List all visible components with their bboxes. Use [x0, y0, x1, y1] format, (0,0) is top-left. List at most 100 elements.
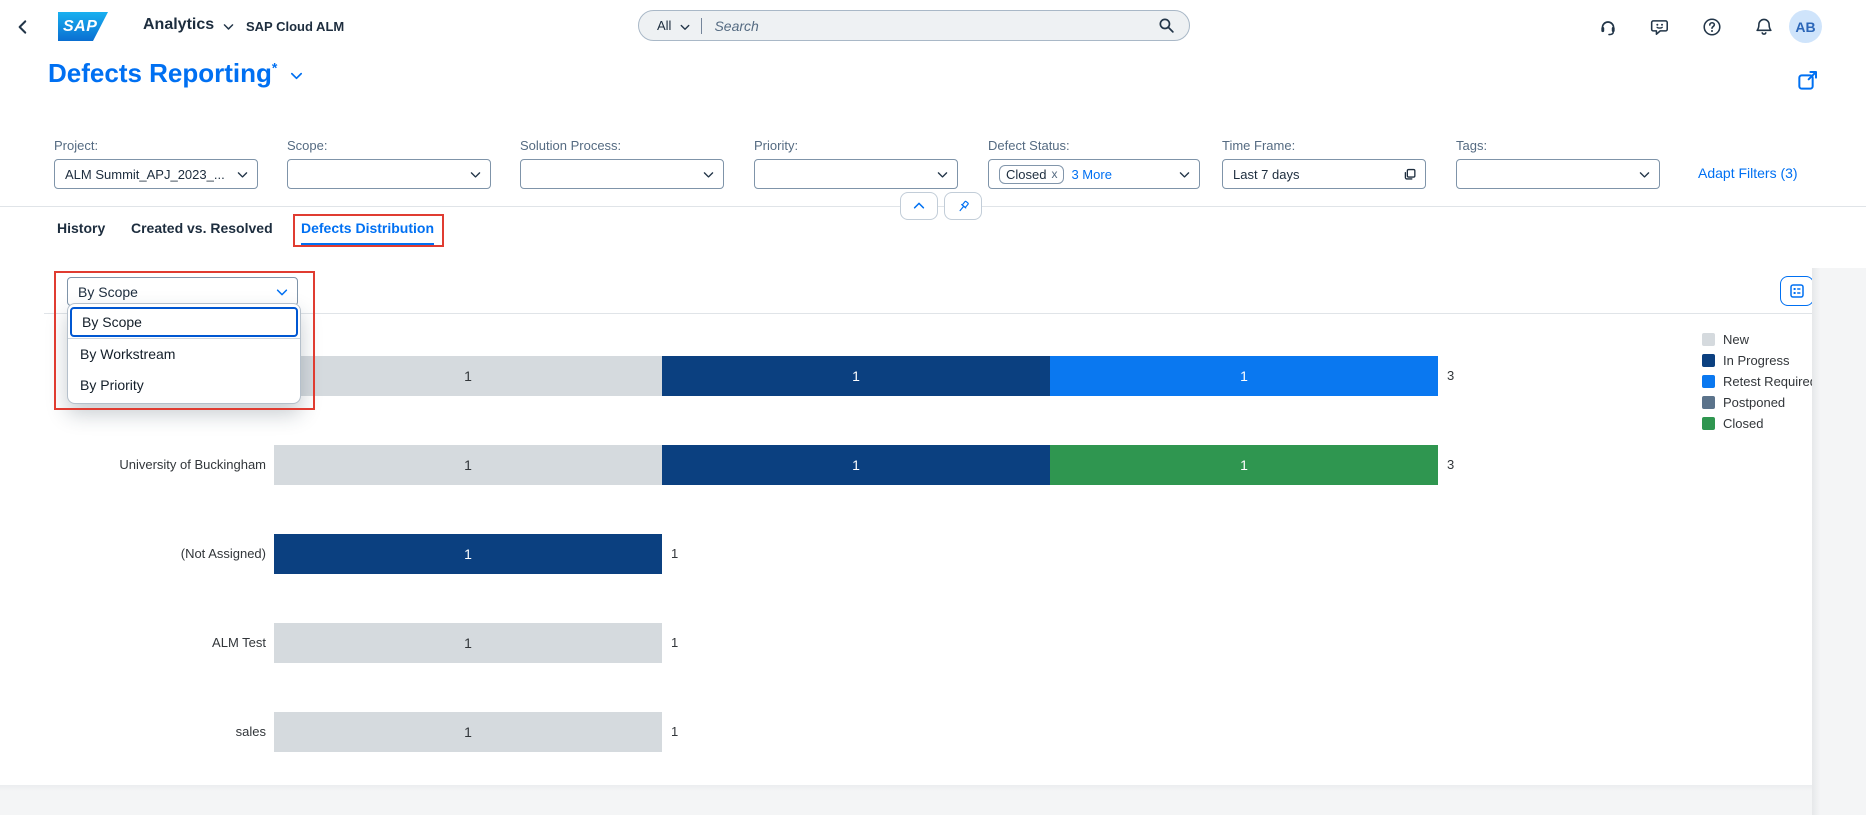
legend-swatch: [1702, 375, 1715, 388]
share-icon[interactable]: [1796, 68, 1820, 92]
defects-reporting-page: SAP Analytics SAP Cloud ALM All Search A…: [0, 0, 1866, 815]
sap-logo[interactable]: SAP: [58, 12, 108, 41]
popup-option-by-priority[interactable]: By Priority: [68, 370, 300, 401]
chevron-down-icon: [1638, 168, 1651, 181]
status-token-label: Closed: [1006, 167, 1046, 182]
tab-history[interactable]: History: [57, 220, 105, 246]
time-frame-input[interactable]: Last 7 days: [1222, 159, 1426, 189]
project-value: ALM Summit_APJ_2023_...: [65, 167, 236, 182]
legend-label: Closed: [1723, 416, 1763, 431]
bar-row: sales11: [44, 712, 1812, 752]
chevron-down-icon: [702, 168, 715, 181]
legend-swatch: [1702, 417, 1715, 430]
scope-select[interactable]: [287, 159, 491, 189]
page-margin-bottom: [0, 785, 1812, 815]
category-label: sales: [44, 712, 266, 752]
bar-total-label: 1: [671, 712, 678, 752]
filter-scope: Scope:: [287, 138, 491, 189]
chevron-down-icon: [236, 168, 249, 181]
legend-item-postponed[interactable]: Postponed: [1702, 392, 1817, 413]
tab-created-vs-resolved[interactable]: Created vs. Resolved: [131, 220, 273, 246]
tags-select[interactable]: [1456, 159, 1660, 189]
collapse-header-button[interactable]: [900, 192, 938, 220]
bar-segment-in-progress[interactable]: 1: [662, 445, 1050, 485]
value-help-icon[interactable]: [1402, 167, 1417, 182]
legend-item-closed[interactable]: Closed: [1702, 413, 1817, 434]
headset-icon[interactable]: [1598, 17, 1618, 37]
filter-solution-process: Solution Process:: [520, 138, 724, 189]
shell-bar: SAP Analytics SAP Cloud ALM All Search A…: [0, 0, 1866, 53]
filter-priority: Priority:: [754, 138, 958, 189]
bar-segment-in-progress[interactable]: 1: [274, 534, 662, 574]
category-label: (Not Assigned): [44, 534, 266, 574]
chevron-down-icon: [1178, 168, 1191, 181]
bar-segment-new[interactable]: 1: [274, 712, 662, 752]
legend-label: In Progress: [1723, 353, 1789, 368]
bar-segment-new[interactable]: 1: [274, 445, 662, 485]
defect-status-select[interactable]: Closedx 3 More: [988, 159, 1200, 189]
filter-label: Scope:: [287, 138, 491, 154]
bar-segment-retest-required[interactable]: 1: [1050, 356, 1438, 396]
bar-row: ALM Test11: [44, 623, 1812, 663]
filter-label: Tags:: [1456, 138, 1660, 154]
filter-label: Defect Status:: [988, 138, 1200, 154]
bar-segment-new[interactable]: 1: [274, 356, 662, 396]
legend-swatch: [1702, 396, 1715, 409]
popup-option-by-workstream[interactable]: By Workstream: [68, 339, 300, 370]
token-remove-icon[interactable]: x: [1051, 167, 1057, 181]
chevron-down-icon: [222, 20, 235, 33]
project-select[interactable]: ALM Summit_APJ_2023_...: [54, 159, 258, 189]
legend-label: Postponed: [1723, 395, 1785, 410]
legend-item-in-progress[interactable]: In Progress: [1702, 350, 1817, 371]
avatar[interactable]: AB: [1789, 10, 1822, 43]
legend-swatch: [1702, 333, 1715, 346]
bar-segment-closed[interactable]: 1: [1050, 445, 1438, 485]
bar-row: (Not Assigned)11: [44, 534, 1812, 574]
filter-label: Project:: [54, 138, 258, 154]
bar-total-label: 1: [671, 534, 678, 574]
search-scope-select[interactable]: All: [657, 18, 671, 33]
shell-actions: [1598, 0, 1774, 53]
solution-process-select[interactable]: [520, 159, 724, 189]
bar-chart: 1113University of Buckingham1113(Not Ass…: [44, 268, 1812, 785]
unsaved-indicator: *: [272, 59, 277, 75]
filter-time-frame: Time Frame: Last 7 days: [1222, 138, 1426, 189]
legend-item-retest-required[interactable]: Retest Required: [1702, 371, 1817, 392]
help-icon[interactable]: [1702, 17, 1722, 37]
category-label: University of Buckingham: [44, 445, 266, 485]
filter-label: Priority:: [754, 138, 958, 154]
back-button[interactable]: [10, 14, 36, 40]
bar-total-label: 3: [1447, 356, 1454, 396]
filter-label: Solution Process:: [520, 138, 724, 154]
page-margin-right: [1812, 268, 1866, 815]
legend-item-new[interactable]: New: [1702, 329, 1817, 350]
bar-total-label: 1: [671, 623, 678, 663]
filter-defect-status: Defect Status: Closedx 3 More: [988, 138, 1200, 189]
popup-option-by-scope[interactable]: By Scope: [70, 307, 298, 337]
notifications-icon[interactable]: [1754, 17, 1774, 37]
search-bar[interactable]: All Search: [638, 10, 1190, 41]
view-switcher-popup: By Scope By Workstream By Priority: [67, 303, 301, 404]
app-title-menu[interactable]: Analytics: [143, 16, 235, 34]
chevron-down-icon[interactable]: [679, 21, 691, 33]
chevron-down-icon[interactable]: [289, 68, 304, 83]
chart-legend: New In Progress Retest Required Postponed Cl…: [1702, 329, 1817, 434]
legend-swatch: [1702, 354, 1715, 367]
pin-icon: [956, 199, 971, 214]
bar-row: University of Buckingham1113: [44, 445, 1812, 485]
tab-defects-distribution[interactable]: Defects Distribution: [301, 220, 434, 246]
legend-label: New: [1723, 332, 1749, 347]
feedback-icon[interactable]: [1650, 17, 1670, 37]
search-input[interactable]: Search: [714, 18, 1158, 34]
bar-segment-new[interactable]: 1: [274, 623, 662, 663]
adapt-filters-link[interactable]: Adapt Filters (3): [1698, 165, 1798, 181]
more-tokens-link[interactable]: 3 More: [1071, 167, 1178, 182]
status-token[interactable]: Closedx: [999, 165, 1064, 184]
pin-header-button[interactable]: [944, 192, 982, 220]
legend-label: Retest Required: [1723, 374, 1817, 389]
bar-segment-in-progress[interactable]: 1: [662, 356, 1050, 396]
priority-select[interactable]: [754, 159, 958, 189]
filter-project: Project: ALM Summit_APJ_2023_...: [54, 138, 258, 189]
search-icon[interactable]: [1158, 17, 1175, 34]
page-title-row: Defects Reporting*: [48, 58, 304, 89]
